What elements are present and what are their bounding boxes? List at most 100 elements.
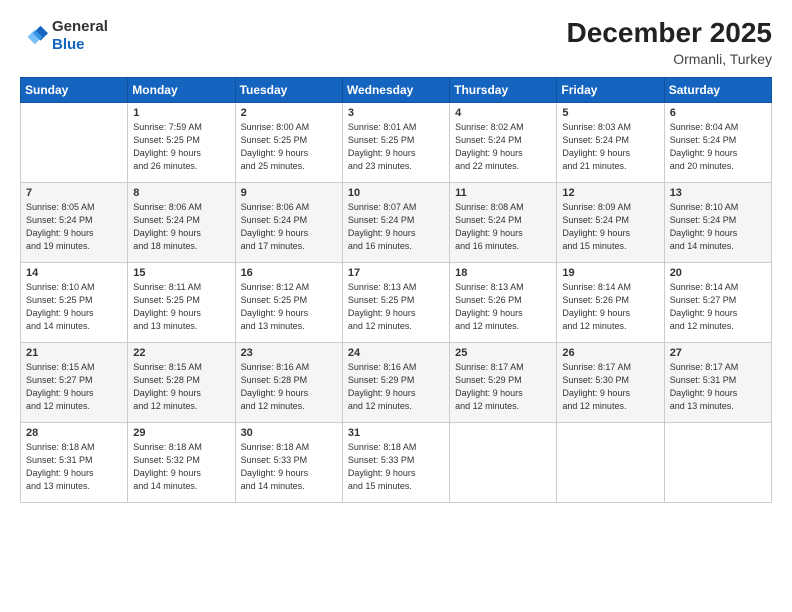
- table-row: 16 Sunrise: 8:12 AM Sunset: 5:25 PM Dayli…: [235, 262, 342, 342]
- table-row: 6 Sunrise: 8:04 AM Sunset: 5:24 PM Daylig…: [664, 102, 771, 182]
- calendar-row: 7 Sunrise: 8:05 AM Sunset: 5:24 PM Daylig…: [21, 182, 772, 262]
- table-row: 1 Sunrise: 7:59 AM Sunset: 5:25 PM Daylig…: [128, 102, 235, 182]
- day-info: Sunrise: 8:18 AM Sunset: 5:31 PM Dayligh…: [26, 441, 123, 493]
- table-row: 14 Sunrise: 8:10 AM Sunset: 5:25 PM Dayli…: [21, 262, 128, 342]
- day-number: 12: [562, 187, 659, 199]
- day-info: Sunrise: 8:18 AM Sunset: 5:32 PM Dayligh…: [133, 441, 230, 493]
- day-number: 3: [348, 107, 445, 119]
- day-number: 25: [455, 347, 552, 359]
- table-row: 19 Sunrise: 8:14 AM Sunset: 5:26 PM Dayli…: [557, 262, 664, 342]
- logo-text: General Blue: [52, 18, 108, 54]
- day-number: 14: [26, 267, 123, 279]
- page: General Blue December 2025 Ormanli, Turk…: [0, 0, 792, 612]
- day-info: Sunrise: 8:10 AM Sunset: 5:25 PM Dayligh…: [26, 281, 123, 333]
- calendar-row: 1 Sunrise: 7:59 AM Sunset: 5:25 PM Daylig…: [21, 102, 772, 182]
- day-info: Sunrise: 8:18 AM Sunset: 5:33 PM Dayligh…: [348, 441, 445, 493]
- day-number: 6: [670, 107, 767, 119]
- calendar-table: Sunday Monday Tuesday Wednesday Thursday…: [20, 77, 772, 503]
- table-row: 15 Sunrise: 8:11 AM Sunset: 5:25 PM Dayli…: [128, 262, 235, 342]
- header-row: Sunday Monday Tuesday Wednesday Thursday…: [21, 77, 772, 102]
- table-row: 20 Sunrise: 8:14 AM Sunset: 5:27 PM Dayli…: [664, 262, 771, 342]
- table-row: 27 Sunrise: 8:17 AM Sunset: 5:31 PM Dayli…: [664, 342, 771, 422]
- day-number: 10: [348, 187, 445, 199]
- calendar-row: 14 Sunrise: 8:10 AM Sunset: 5:25 PM Dayli…: [21, 262, 772, 342]
- day-number: 16: [241, 267, 338, 279]
- table-row: 10Sunrise: 8:07 AM Sunset: 5:24 PM Dayli…: [342, 182, 449, 262]
- table-row: 31 Sunrise: 8:18 AM Sunset: 5:33 PM Dayli…: [342, 422, 449, 502]
- day-info: Sunrise: 8:18 AM Sunset: 5:33 PM Dayligh…: [241, 441, 338, 493]
- main-title: December 2025: [567, 18, 772, 49]
- day-number: 31: [348, 427, 445, 439]
- table-row: 11 Sunrise: 8:08 AM Sunset: 5:24 PM Dayli…: [450, 182, 557, 262]
- day-number: 7: [26, 187, 123, 199]
- day-info: Sunrise: 7:59 AM Sunset: 5:25 PM Dayligh…: [133, 121, 230, 173]
- col-sunday: Sunday: [21, 77, 128, 102]
- day-info: Sunrise: 8:08 AM Sunset: 5:24 PM Dayligh…: [455, 201, 552, 253]
- day-info: Sunrise: 8:17 AM Sunset: 5:31 PM Dayligh…: [670, 361, 767, 413]
- table-row: [664, 422, 771, 502]
- table-row: 24Sunrise: 8:16 AM Sunset: 5:29 PM Dayli…: [342, 342, 449, 422]
- table-row: 30Sunrise: 8:18 AM Sunset: 5:33 PM Dayli…: [235, 422, 342, 502]
- day-info: Sunrise: 8:06 AM Sunset: 5:24 PM Dayligh…: [133, 201, 230, 253]
- day-number: 17: [348, 267, 445, 279]
- table-row: 23Sunrise: 8:16 AM Sunset: 5:28 PM Dayli…: [235, 342, 342, 422]
- table-row: 9Sunrise: 8:06 AM Sunset: 5:24 PM Daylig…: [235, 182, 342, 262]
- col-friday: Friday: [557, 77, 664, 102]
- day-number: 27: [670, 347, 767, 359]
- day-info: Sunrise: 8:14 AM Sunset: 5:26 PM Dayligh…: [562, 281, 659, 333]
- day-number: 5: [562, 107, 659, 119]
- day-number: 15: [133, 267, 230, 279]
- table-row: 8Sunrise: 8:06 AM Sunset: 5:24 PM Daylig…: [128, 182, 235, 262]
- table-row: 3Sunrise: 8:01 AM Sunset: 5:25 PM Daylig…: [342, 102, 449, 182]
- calendar-row: 28 Sunrise: 8:18 AM Sunset: 5:31 PM Dayli…: [21, 422, 772, 502]
- logo-icon: [20, 22, 48, 50]
- table-row: 4Sunrise: 8:02 AM Sunset: 5:24 PM Daylig…: [450, 102, 557, 182]
- day-info: Sunrise: 8:15 AM Sunset: 5:28 PM Dayligh…: [133, 361, 230, 413]
- day-info: Sunrise: 8:16 AM Sunset: 5:29 PM Dayligh…: [348, 361, 445, 413]
- day-info: Sunrise: 8:04 AM Sunset: 5:24 PM Dayligh…: [670, 121, 767, 173]
- day-number: 11: [455, 187, 552, 199]
- day-info: Sunrise: 8:17 AM Sunset: 5:30 PM Dayligh…: [562, 361, 659, 413]
- day-number: 18: [455, 267, 552, 279]
- day-number: 2: [241, 107, 338, 119]
- day-info: Sunrise: 8:03 AM Sunset: 5:24 PM Dayligh…: [562, 121, 659, 173]
- col-thursday: Thursday: [450, 77, 557, 102]
- header: General Blue December 2025 Ormanli, Turk…: [20, 18, 772, 67]
- day-info: Sunrise: 8:00 AM Sunset: 5:25 PM Dayligh…: [241, 121, 338, 173]
- day-info: Sunrise: 8:14 AM Sunset: 5:27 PM Dayligh…: [670, 281, 767, 333]
- subtitle: Ormanli, Turkey: [567, 51, 772, 67]
- day-number: 21: [26, 347, 123, 359]
- day-info: Sunrise: 8:05 AM Sunset: 5:24 PM Dayligh…: [26, 201, 123, 253]
- col-monday: Monday: [128, 77, 235, 102]
- table-row: 2 Sunrise: 8:00 AM Sunset: 5:25 PM Daylig…: [235, 102, 342, 182]
- day-number: 19: [562, 267, 659, 279]
- day-info: Sunrise: 8:15 AM Sunset: 5:27 PM Dayligh…: [26, 361, 123, 413]
- table-row: 18 Sunrise: 8:13 AM Sunset: 5:26 PM Dayli…: [450, 262, 557, 342]
- table-row: 21 Sunrise: 8:15 AM Sunset: 5:27 PM Dayli…: [21, 342, 128, 422]
- day-number: 1: [133, 107, 230, 119]
- calendar-row: 21 Sunrise: 8:15 AM Sunset: 5:27 PM Dayli…: [21, 342, 772, 422]
- day-info: Sunrise: 8:16 AM Sunset: 5:28 PM Dayligh…: [241, 361, 338, 413]
- table-row: 5 Sunrise: 8:03 AM Sunset: 5:24 PM Daylig…: [557, 102, 664, 182]
- title-block: December 2025 Ormanli, Turkey: [567, 18, 772, 67]
- day-info: Sunrise: 8:13 AM Sunset: 5:26 PM Dayligh…: [455, 281, 552, 333]
- day-info: Sunrise: 8:17 AM Sunset: 5:29 PM Dayligh…: [455, 361, 552, 413]
- day-info: Sunrise: 8:13 AM Sunset: 5:25 PM Dayligh…: [348, 281, 445, 333]
- day-number: 29: [133, 427, 230, 439]
- day-number: 22: [133, 347, 230, 359]
- table-row: 26Sunrise: 8:17 AM Sunset: 5:30 PM Dayli…: [557, 342, 664, 422]
- col-tuesday: Tuesday: [235, 77, 342, 102]
- table-row: 12Sunrise: 8:09 AM Sunset: 5:24 PM Dayli…: [557, 182, 664, 262]
- table-row: 29 Sunrise: 8:18 AM Sunset: 5:32 PM Dayli…: [128, 422, 235, 502]
- table-row: 22 Sunrise: 8:15 AM Sunset: 5:28 PM Dayli…: [128, 342, 235, 422]
- day-number: 28: [26, 427, 123, 439]
- day-info: Sunrise: 8:11 AM Sunset: 5:25 PM Dayligh…: [133, 281, 230, 333]
- day-info: Sunrise: 8:12 AM Sunset: 5:25 PM Dayligh…: [241, 281, 338, 333]
- col-wednesday: Wednesday: [342, 77, 449, 102]
- day-number: 4: [455, 107, 552, 119]
- col-saturday: Saturday: [664, 77, 771, 102]
- table-row: 28 Sunrise: 8:18 AM Sunset: 5:31 PM Dayli…: [21, 422, 128, 502]
- day-number: 13: [670, 187, 767, 199]
- table-row: [557, 422, 664, 502]
- day-number: 20: [670, 267, 767, 279]
